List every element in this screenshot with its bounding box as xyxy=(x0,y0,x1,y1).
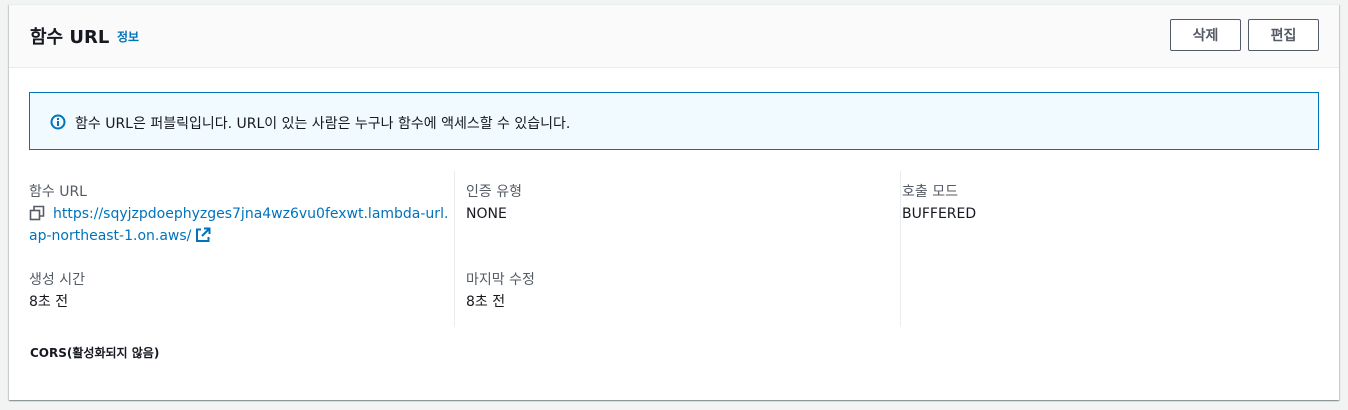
invoke-mode-field: 호출 모드 BUFFERED xyxy=(902,181,976,225)
auth-type-field: 인증 유형 NONE xyxy=(466,181,522,225)
details-column-2: 인증 유형 NONE 마지막 수정 8초 전 xyxy=(465,171,901,327)
panel-title: 함수 URL xyxy=(30,27,110,48)
invoke-mode-label: 호출 모드 xyxy=(902,184,958,200)
public-url-alert: 함수 URL은 퍼블릭입니다. URL이 있는 사람은 누구나 함수에 액세스할… xyxy=(29,92,1319,150)
info-link[interactable]: 정보 xyxy=(117,28,139,45)
details-column-3: 호출 모드 BUFFERED xyxy=(901,171,1321,327)
auth-type-value: NONE xyxy=(466,206,507,222)
function-url-value: https://sqyjzpdoephyzges7jna4wz6vu0fexwt… xyxy=(29,203,449,247)
delete-button[interactable]: 삭제 xyxy=(1170,19,1241,51)
invoke-mode-value: BUFFERED xyxy=(902,206,977,222)
function-url-panel: 함수 URL 정보 삭제 편집 함수 URL은 퍼블릭입니다. URL이 있는 … xyxy=(9,4,1339,400)
edit-button[interactable]: 편집 xyxy=(1248,19,1319,51)
auth-type-label: 인증 유형 xyxy=(466,184,522,200)
details-column-1: 함수 URL https://sqyjzpdoephyzges7jna4wz6v… xyxy=(29,171,455,327)
created-field: 생성 시간 8초 전 xyxy=(29,269,85,313)
alert-message: 함수 URL은 퍼블릭입니다. URL이 있는 사람은 누구나 함수에 액세스할… xyxy=(75,116,571,132)
cors-status: CORS(활성화되지 않음) xyxy=(30,346,160,360)
function-url-label: 함수 URL xyxy=(29,184,87,200)
last-modified-field: 마지막 수정 8초 전 xyxy=(466,269,535,313)
created-label: 생성 시간 xyxy=(29,272,85,288)
function-url-link[interactable]: https://sqyjzpdoephyzges7jna4wz6vu0fexwt… xyxy=(29,206,448,244)
info-icon xyxy=(50,114,66,130)
created-value: 8초 전 xyxy=(29,294,69,310)
last-modified-value: 8초 전 xyxy=(466,294,506,310)
copy-icon[interactable] xyxy=(29,205,45,221)
external-link-icon[interactable] xyxy=(195,227,211,243)
last-modified-label: 마지막 수정 xyxy=(466,272,535,288)
function-url-field: 함수 URL https://sqyjzpdoephyzges7jna4wz6v… xyxy=(29,181,449,247)
panel-header: 함수 URL 정보 삭제 편집 xyxy=(9,5,1339,68)
